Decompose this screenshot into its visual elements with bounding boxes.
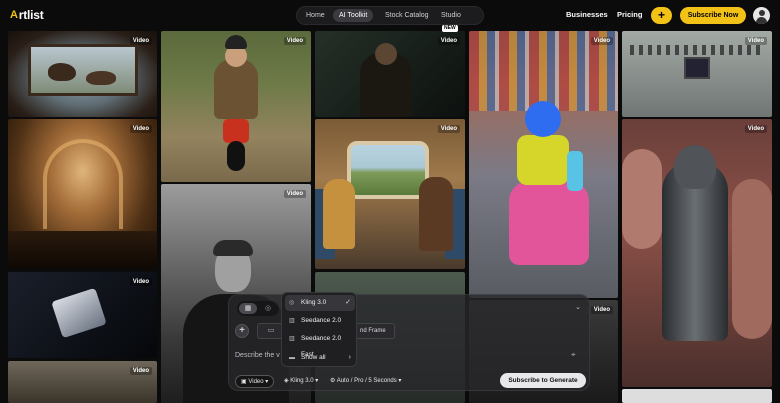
video-tile-robot[interactable]: Video: [8, 272, 157, 358]
video-tag: Video: [129, 37, 152, 45]
settings-selector-label: Auto / Pro / 5 Seconds: [336, 378, 397, 384]
logo-mark: A: [10, 9, 18, 21]
magic-cursor-icon[interactable]: ⌖: [571, 350, 576, 360]
chevron-down-icon[interactable]: ⌄: [575, 303, 581, 311]
model-icon: ◎: [289, 300, 295, 306]
video-tag: Video: [129, 367, 152, 375]
model-option-seedance-2-fast[interactable]: ▥ Seedance 2.0 Fast: [285, 331, 355, 358]
model-selector[interactable]: ◈ Kling 3.0 ▾: [279, 375, 323, 388]
video-tile-office[interactable]: Video: [8, 361, 157, 403]
create-plus-button[interactable]: +: [651, 7, 672, 24]
folder-icon: ▬: [289, 355, 295, 361]
mode-switch: ▦ ◎: [237, 301, 279, 316]
video-tile-motorcycle[interactable]: Video: [161, 31, 311, 182]
video-tile-bears[interactable]: Video: [8, 31, 157, 117]
nav-stock-catalog[interactable]: Stock Catalog: [379, 9, 435, 22]
artlist-logo[interactable]: Artlist: [10, 8, 44, 22]
model-option-label: Kling 3.0: [301, 299, 327, 306]
video-tag: Video: [283, 37, 306, 45]
video-tile-knight-aliens[interactable]: Video: [622, 119, 772, 387]
video-tag: Video: [129, 125, 152, 133]
model-dropdown: ◎ Kling 3.0 ✓ ▥ Seedance 2.0 ▥ Seedance …: [281, 292, 357, 367]
video-tag: Video: [744, 125, 767, 133]
nav-home[interactable]: Home: [300, 9, 331, 22]
type-selector[interactable]: ▣ Video ▾: [235, 375, 275, 388]
nav-ai-toolkit[interactable]: AI Toolkit: [333, 9, 374, 22]
nav-studio-label: Studio: [441, 12, 461, 19]
model-option-seedance-2[interactable]: ▥ Seedance 2.0: [285, 313, 355, 329]
top-header: Artlist Home AI Toolkit Stock Catalog St…: [0, 0, 780, 32]
add-media-button[interactable]: +: [235, 324, 249, 338]
chevron-right-icon: ›: [348, 354, 351, 361]
model-option-show-all[interactable]: ▬ Show all ›: [285, 350, 355, 366]
video-tag: Video: [437, 37, 460, 45]
bars-icon: ▥: [289, 336, 295, 342]
video-tag: Video: [590, 306, 613, 314]
video-tile-bottom-right[interactable]: [622, 389, 772, 403]
image-icon: ▭: [267, 327, 275, 334]
businesses-link[interactable]: Businesses: [566, 10, 608, 19]
new-badge: NEW: [442, 25, 458, 32]
check-icon: ✓: [345, 299, 351, 306]
video-tag: Video: [129, 278, 152, 286]
video-tile-dark-room[interactable]: Video: [315, 31, 465, 117]
settings-selector[interactable]: ⚙ Auto / Pro / 5 Seconds ▾: [325, 375, 406, 388]
user-avatar-icon[interactable]: [753, 7, 770, 24]
circle-icon[interactable]: ◎: [259, 303, 277, 314]
subscribe-to-generate-button[interactable]: Subscribe to Generate: [500, 373, 586, 388]
prompt-input[interactable]: Describe the v: [235, 352, 280, 359]
nav-studio[interactable]: Studio NEW: [435, 9, 483, 32]
main-nav: Home AI Toolkit Stock Catalog Studio NEW: [296, 6, 484, 32]
video-tile-street-girl[interactable]: Video: [469, 31, 618, 298]
video-tag: Video: [744, 37, 767, 45]
video-tile-train[interactable]: Video: [315, 119, 465, 269]
grid-icon[interactable]: ▦: [239, 303, 257, 314]
logo-word: rtlist: [18, 8, 44, 22]
video-tag: Video: [590, 37, 613, 45]
type-selector-label: Video: [248, 379, 264, 385]
video-tile-control-panel[interactable]: Video: [622, 31, 772, 117]
model-option-label: Show all: [301, 354, 326, 361]
model-option-kling-3[interactable]: ◎ Kling 3.0 ✓: [285, 295, 355, 311]
model-selector-label: Kling 3.0: [290, 378, 314, 384]
model-option-label: Seedance 2.0: [301, 317, 342, 324]
video-tag: Video: [283, 190, 306, 198]
subscribe-now-button[interactable]: Subscribe Now: [680, 7, 746, 24]
video-tile-hall[interactable]: Video: [8, 119, 157, 269]
pricing-link[interactable]: Pricing: [617, 10, 642, 19]
end-frame-slot[interactable]: nd Frame: [353, 323, 395, 339]
bars-icon: ▥: [289, 318, 295, 324]
video-tag: Video: [437, 125, 460, 133]
settings-icon: ⚙: [330, 378, 337, 384]
